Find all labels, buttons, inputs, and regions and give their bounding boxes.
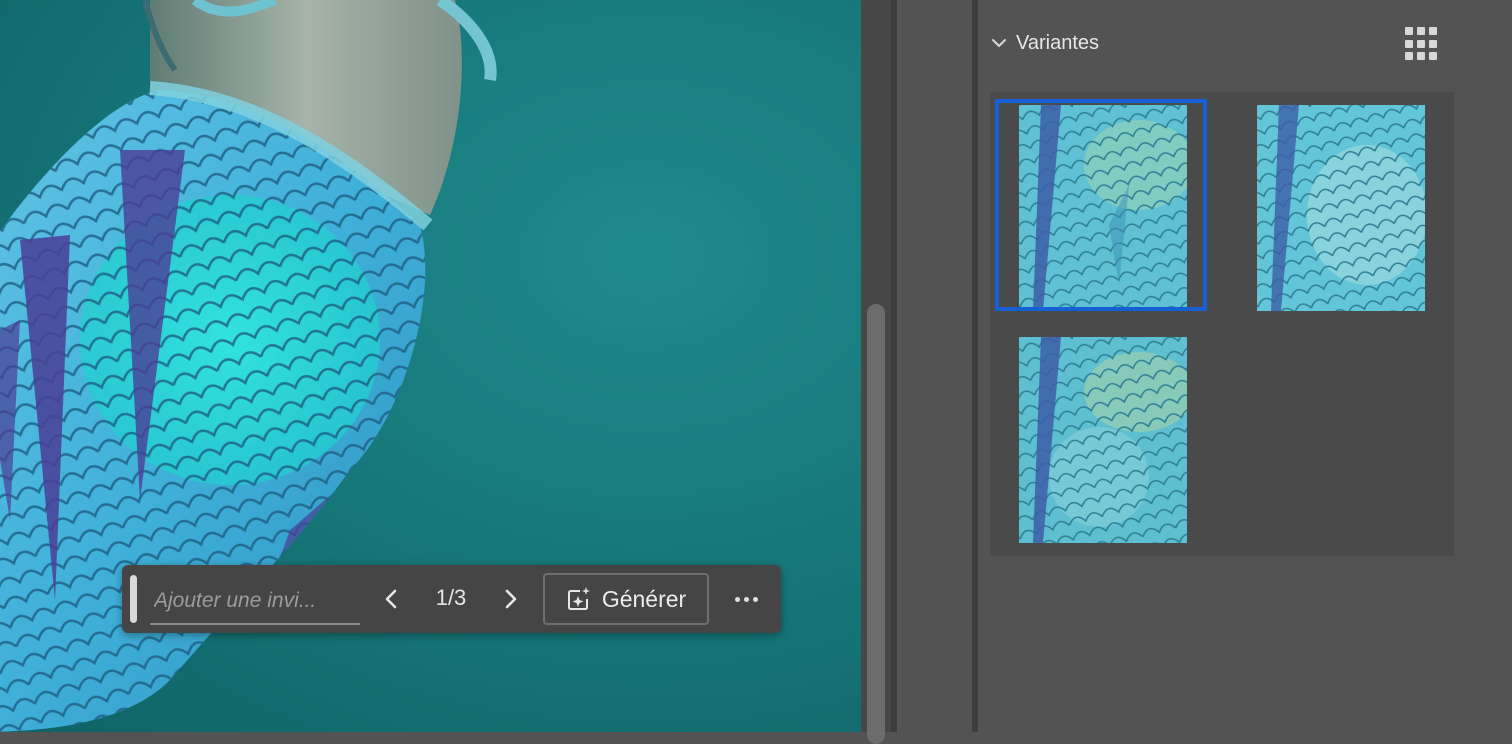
vertical-scrollbar[interactable] xyxy=(861,0,891,744)
scrollbar-thumb[interactable] xyxy=(867,304,885,744)
variants-panel-header[interactable]: Variantes xyxy=(990,28,1099,58)
variant-thumbnail-2[interactable] xyxy=(1257,105,1425,311)
chevron-left-icon xyxy=(385,589,397,609)
prompt-input[interactable] xyxy=(150,579,360,625)
chevron-right-icon xyxy=(505,589,517,609)
sparkle-generate-icon xyxy=(567,587,590,610)
previous-variant-button[interactable] xyxy=(376,583,406,615)
generate-button[interactable]: Générer xyxy=(543,573,709,625)
variant-counter: 1/3 xyxy=(435,585,467,610)
variant-thumbnail-3[interactable] xyxy=(1019,337,1187,543)
chevron-down-icon xyxy=(992,39,1006,47)
taskbar-drag-handle[interactable] xyxy=(130,575,137,623)
next-variant-button[interactable] xyxy=(496,583,526,615)
more-horizontal-icon xyxy=(734,596,740,602)
variant-thumbnail-icon xyxy=(1019,337,1187,543)
variant-thumbnail-icon xyxy=(1019,105,1187,311)
variants-panel: Variantes xyxy=(978,0,1512,732)
grid-view-icon[interactable] xyxy=(1404,26,1440,62)
contextual-taskbar: 1/3 Générer xyxy=(122,565,781,633)
side-panel-area xyxy=(897,0,972,732)
more-options-button[interactable] xyxy=(726,585,766,613)
variant-thumbnail-icon xyxy=(1257,105,1425,311)
panel-title: Variantes xyxy=(1016,31,1100,54)
generate-label: Générer xyxy=(601,585,687,612)
variant-thumbnail-1[interactable] xyxy=(1019,105,1187,311)
